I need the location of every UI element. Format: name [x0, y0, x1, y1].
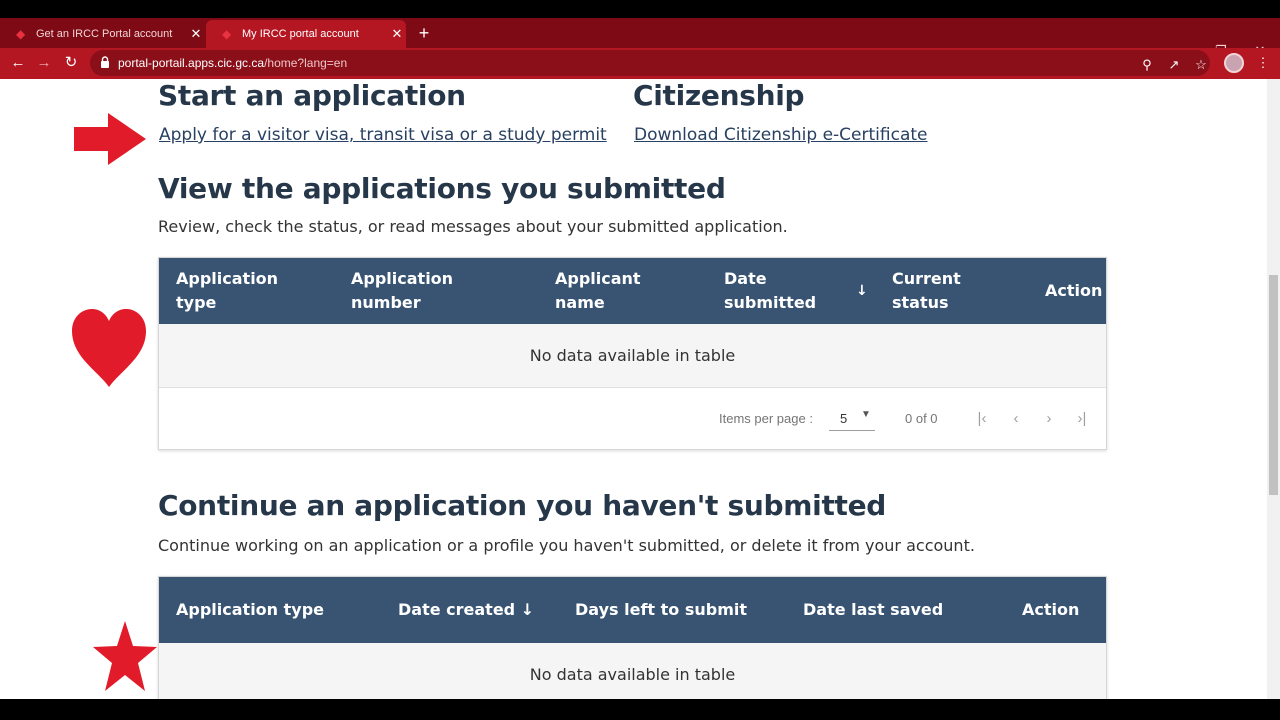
forward-icon[interactable]: → — [33, 52, 55, 74]
submitted-heading: View the applications you submitted — [158, 172, 726, 205]
column-date-submitted[interactable]: Date submitted — [724, 267, 816, 315]
letterbox-bottom — [0, 699, 1280, 720]
column-applicant-name[interactable]: Applicant name — [555, 267, 641, 315]
close-tab-icon[interactable]: ✕ — [187, 26, 205, 42]
reload-icon[interactable]: ↻ — [60, 52, 82, 74]
page-scrollbar[interactable] — [1267, 79, 1280, 699]
bookmark-star-icon[interactable]: ☆ — [1190, 54, 1212, 76]
citizenship-heading: Citizenship — [633, 79, 805, 112]
column-action[interactable]: Action — [1022, 598, 1079, 622]
key-icon[interactable]: ⚲ — [1136, 54, 1158, 76]
column-label: Applicant — [555, 269, 641, 288]
tab-my-account[interactable]: ◆ My IRCC portal account ✕ — [206, 20, 406, 48]
browser-window: ◆ Get an IRCC Portal account ✕ ◆ My IRCC… — [0, 0, 1280, 720]
scrollbar-thumb[interactable] — [1269, 275, 1278, 495]
url-text: portal-portail.apps.cic.gc.ca/home?lang=… — [118, 56, 347, 70]
column-date-last-saved[interactable]: Date last saved — [803, 598, 943, 622]
new-tab-button[interactable]: + — [414, 22, 434, 44]
column-label: Current — [892, 269, 961, 288]
tab-strip: ◆ Get an IRCC Portal account ✕ ◆ My IRCC… — [0, 18, 1280, 58]
dropdown-arrow-icon: ▼ — [861, 409, 871, 420]
column-label: type — [176, 293, 217, 312]
url-path: /home?lang=en — [264, 56, 348, 70]
apply-visa-link[interactable]: Apply for a visitor visa, transit visa o… — [159, 125, 607, 145]
citizenship-certificate-link[interactable]: Download Citizenship e-Certificate — [634, 125, 928, 145]
red-star-annotation — [93, 621, 157, 691]
column-label: name — [555, 293, 605, 312]
items-per-page-value: 5 — [840, 411, 848, 426]
sort-down-icon[interactable]: ↓ — [856, 279, 868, 303]
next-page-icon[interactable]: › — [1039, 409, 1059, 429]
red-arrow-annotation — [74, 113, 146, 165]
column-label: Action — [1045, 281, 1103, 300]
maple-leaf-icon: ◆ — [222, 27, 232, 41]
last-page-icon[interactable]: ›| — [1072, 409, 1092, 429]
table-header: Application type Date created ↓ Days lef… — [159, 577, 1106, 643]
items-per-page-label: Items per page : — [719, 411, 813, 426]
back-icon[interactable]: ← — [7, 52, 29, 74]
address-toolbar: ← → ↻ portal-portail.apps.cic.gc.ca/home… — [0, 48, 1280, 79]
page-range: 0 of 0 — [905, 411, 938, 426]
tab-title: Get an IRCC Portal account — [36, 28, 173, 40]
start-heading: Start an application — [158, 79, 466, 112]
column-application-number[interactable]: Application number — [351, 267, 453, 315]
tab-get-account[interactable]: ◆ Get an IRCC Portal account ✕ — [0, 20, 205, 48]
close-tab-icon[interactable]: ✕ — [388, 26, 406, 42]
column-application-type[interactable]: Application type — [176, 267, 278, 315]
submitted-description: Review, check the status, or read messag… — [158, 217, 788, 236]
unsubmitted-description: Continue working on an application or a … — [158, 536, 975, 555]
unsubmitted-applications-table: Application type Date created ↓ Days lef… — [158, 576, 1107, 699]
column-application-type[interactable]: Application type — [176, 598, 324, 622]
profile-avatar[interactable] — [1224, 53, 1244, 73]
page-content: Start an application Apply for a visitor… — [0, 79, 1267, 699]
column-date-created[interactable]: Date created ↓ — [398, 598, 534, 622]
share-icon[interactable]: ↗ — [1163, 54, 1185, 76]
unsubmitted-heading: Continue an application you haven't subm… — [158, 489, 887, 522]
submitted-applications-table: Application type Application number Appl… — [158, 257, 1107, 450]
column-current-status[interactable]: Current status — [892, 267, 961, 315]
menu-icon[interactable]: ⋮ — [1252, 52, 1274, 74]
column-label: Application — [351, 269, 454, 288]
empty-table-message: No data available in table — [159, 324, 1106, 388]
column-days-left[interactable]: Days left to submit — [575, 598, 747, 622]
items-per-page-select[interactable]: 5 ▼ — [829, 405, 875, 431]
url-host: portal-portail.apps.cic.gc.ca — [118, 56, 265, 70]
column-label: number — [351, 293, 421, 312]
column-label: Date — [724, 269, 767, 288]
column-label: status — [892, 293, 949, 312]
tab-title: My IRCC portal account — [242, 28, 359, 40]
first-page-icon[interactable]: |‹ — [972, 409, 992, 429]
table-header: Application type Application number Appl… — [159, 258, 1106, 324]
lock-icon — [101, 56, 109, 68]
previous-page-icon[interactable]: ‹ — [1006, 409, 1026, 429]
empty-table-message: No data available in table — [159, 643, 1106, 699]
address-bar[interactable]: portal-portail.apps.cic.gc.ca/home?lang=… — [90, 50, 1210, 76]
column-label: submitted — [724, 293, 817, 312]
column-label: Application — [176, 269, 279, 288]
column-action[interactable]: Action — [1045, 279, 1102, 303]
red-heart-annotation — [72, 309, 146, 387]
table-paginator: Items per page : 5 ▼ 0 of 0 |‹ ‹ › ›| — [159, 388, 1106, 449]
maple-leaf-icon: ◆ — [16, 27, 26, 41]
